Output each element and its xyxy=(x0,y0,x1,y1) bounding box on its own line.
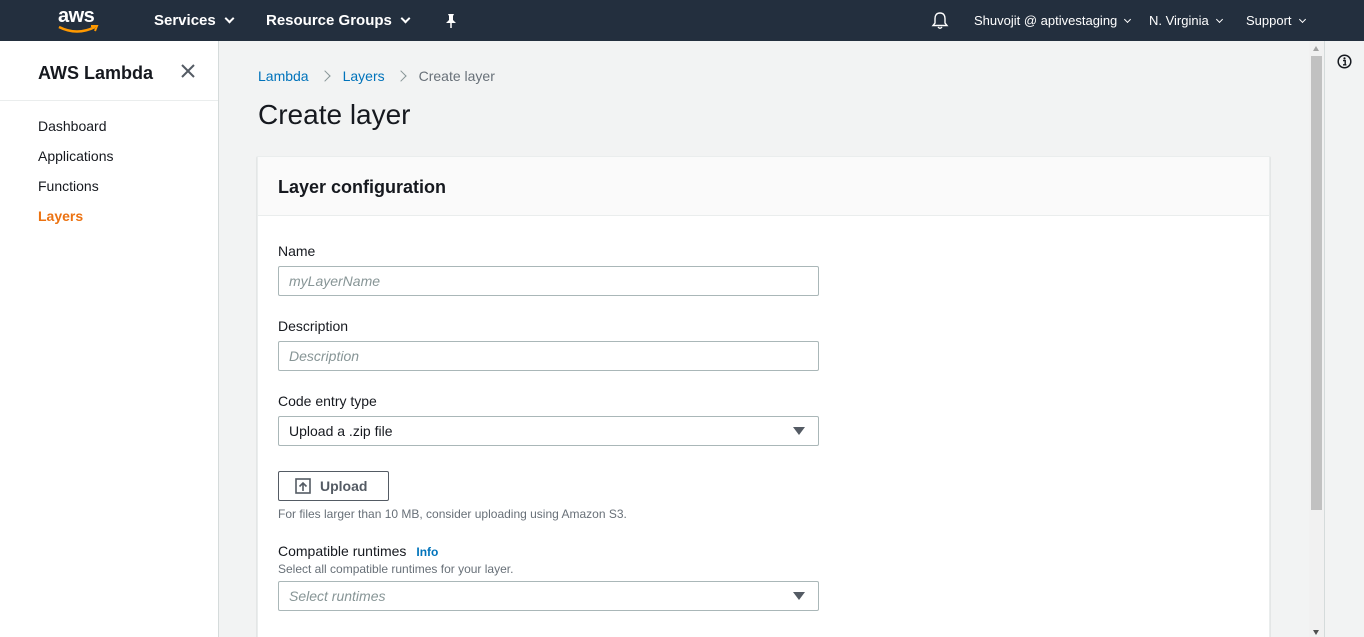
code-entry-type-value: Upload a .zip file xyxy=(289,423,393,439)
chevron-down-icon xyxy=(1124,15,1132,23)
compatible-runtimes-label-row: Compatible runtimes Info xyxy=(278,543,438,559)
page-title: Create layer xyxy=(258,99,411,130)
name-input[interactable] xyxy=(278,266,819,296)
caret-down-icon xyxy=(793,427,805,435)
panel-title: Layer configuration xyxy=(278,177,447,197)
runtimes-hint: Select all compatible runtimes for your … xyxy=(278,562,514,576)
chevron-down-icon xyxy=(400,13,411,24)
code-entry-type-label: Code entry type xyxy=(278,393,377,409)
upload-button-label: Upload xyxy=(320,478,368,494)
scroll-down-arrow-icon[interactable] xyxy=(1313,630,1319,635)
resource-groups-menu[interactable]: Resource Groups xyxy=(266,0,411,41)
upload-button[interactable]: Upload xyxy=(278,471,389,501)
sidebar: AWS Lambda Dashboard Applications Functi… xyxy=(0,41,219,637)
pin-button[interactable] xyxy=(444,0,458,41)
breadcrumb-current: Create layer xyxy=(418,68,495,84)
vertical-scrollbar[interactable] xyxy=(1309,41,1324,637)
top-navigation-bar: aws Services Resource Groups Shuvojit @ … xyxy=(0,0,1364,41)
resource-groups-label: Resource Groups xyxy=(266,12,392,29)
aws-logo[interactable]: aws xyxy=(55,4,105,36)
sidebar-item-functions[interactable]: Functions xyxy=(38,178,99,194)
scroll-thumb[interactable] xyxy=(1311,56,1322,510)
code-entry-type-select[interactable]: Upload a .zip file xyxy=(278,416,819,446)
info-link[interactable]: Info xyxy=(416,545,438,559)
close-icon[interactable] xyxy=(179,62,197,80)
bell-icon xyxy=(931,12,949,29)
scroll-up-arrow-icon[interactable] xyxy=(1313,46,1319,51)
breadcrumb-lambda[interactable]: Lambda xyxy=(258,68,309,84)
services-label: Services xyxy=(154,12,216,29)
caret-down-icon xyxy=(793,592,805,600)
breadcrumb: Lambda Layers Create layer xyxy=(258,68,495,84)
description-label: Description xyxy=(278,318,349,334)
sidebar-item-applications[interactable]: Applications xyxy=(38,148,114,164)
upload-hint: For files larger than 10 MB, consider up… xyxy=(278,507,627,521)
sidebar-divider xyxy=(0,100,218,101)
region-menu[interactable]: N. Virginia xyxy=(1149,0,1223,41)
aws-smile-icon xyxy=(58,25,99,33)
pushpin-icon xyxy=(446,13,456,28)
description-input[interactable] xyxy=(278,341,819,371)
account-label: Shuvojit @ aptivestaging xyxy=(974,13,1118,28)
sidebar-title: AWS Lambda xyxy=(38,63,154,83)
chevron-down-icon xyxy=(224,13,235,24)
name-label: Name xyxy=(278,243,316,259)
chevron-right-icon xyxy=(394,70,407,82)
compatible-runtimes-label: Compatible runtimes xyxy=(278,543,407,559)
panel-header: Layer configuration xyxy=(258,157,1269,216)
breadcrumb-layers[interactable]: Layers xyxy=(343,68,385,84)
support-label: Support xyxy=(1246,13,1292,28)
runtimes-select[interactable]: Select runtimes xyxy=(278,581,819,611)
info-icon[interactable] xyxy=(1337,54,1352,69)
sidebar-item-layers[interactable]: Layers xyxy=(38,208,83,224)
chevron-down-icon xyxy=(1215,15,1223,23)
services-menu[interactable]: Services xyxy=(154,0,235,41)
runtimes-placeholder: Select runtimes xyxy=(289,588,386,604)
upload-icon xyxy=(295,478,311,494)
account-menu[interactable]: Shuvojit @ aptivestaging xyxy=(974,0,1132,41)
chevron-right-icon xyxy=(318,70,331,82)
notifications-button[interactable] xyxy=(931,0,949,41)
region-label: N. Virginia xyxy=(1149,13,1209,28)
help-panel-rail xyxy=(1324,41,1364,637)
support-menu[interactable]: Support xyxy=(1246,0,1306,41)
chevron-down-icon xyxy=(1298,15,1306,23)
sidebar-item-dashboard[interactable]: Dashboard xyxy=(38,118,107,134)
